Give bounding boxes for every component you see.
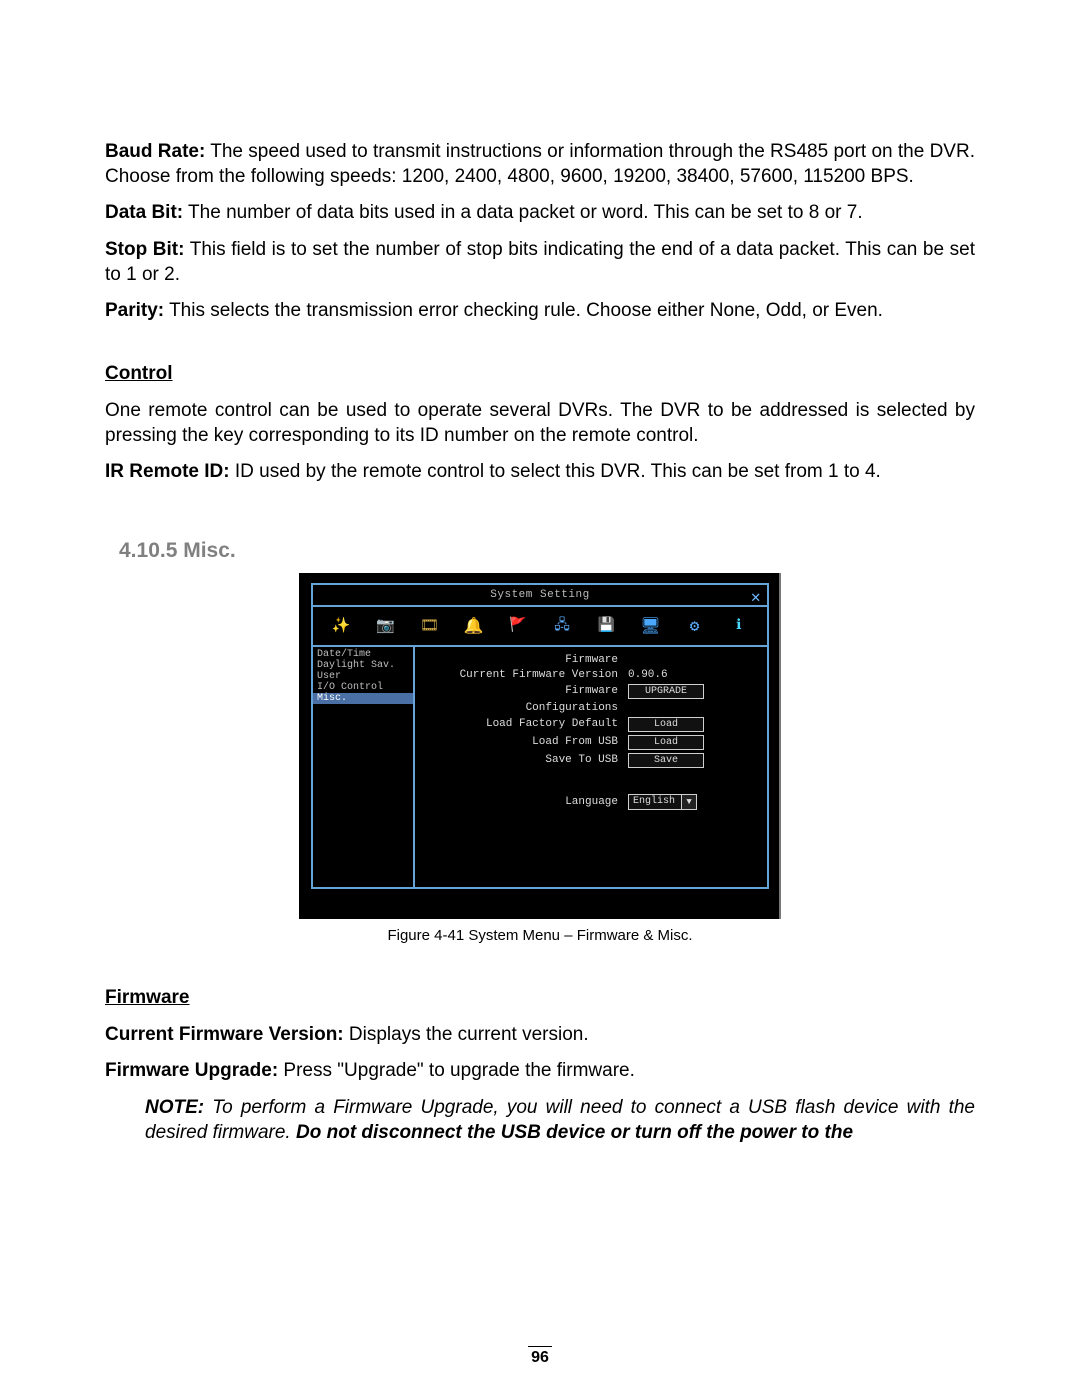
label-data-bit: Data Bit:: [105, 202, 183, 223]
text-note-2: Do not disconnect the USB device or turn…: [296, 1122, 853, 1143]
text-cfv: Displays the current version.: [344, 1024, 589, 1045]
display-icon[interactable]: [637, 615, 663, 637]
text-stop-bit: This field is to set the number of stop …: [105, 239, 975, 285]
screenshot-scrollbar-hint: [779, 573, 781, 919]
current-firmware-version-label: Current Firmware Version: [423, 669, 628, 681]
load-from-usb-label: Load From USB: [423, 736, 628, 748]
sidebar-item-io-control[interactable]: I/O Control: [313, 682, 413, 693]
current-firmware-version-value: 0.90.6: [628, 669, 668, 681]
event-icon[interactable]: [505, 615, 531, 637]
load-factory-default-button[interactable]: Load: [628, 717, 704, 732]
save-to-usb-label: Save To USB: [423, 754, 628, 766]
close-icon[interactable]: ✕: [751, 587, 761, 607]
text-fu: Press "Upgrade" to upgrade the firmware.: [278, 1060, 635, 1081]
label-stop-bit: Stop Bit:: [105, 239, 184, 260]
label-ir-remote: IR Remote ID:: [105, 461, 230, 482]
para-control: One remote control can be used to operat…: [105, 399, 975, 448]
label-cfv: Current Firmware Version:: [105, 1024, 344, 1045]
load-from-usb-button[interactable]: Load: [628, 735, 704, 750]
label-parity: Parity:: [105, 300, 164, 321]
label-baud-rate: Baud Rate:: [105, 141, 205, 162]
wizard-icon[interactable]: [328, 615, 354, 637]
firmware-upgrade-label: Firmware: [423, 685, 628, 697]
para-parity: Parity: This selects the transmission er…: [105, 299, 975, 324]
heading-firmware: Firmware: [105, 986, 975, 1011]
sidebar-item-user[interactable]: User: [313, 671, 413, 682]
load-factory-default-label: Load Factory Default: [423, 718, 628, 730]
system-setting-window: System Setting ✕ Date: [311, 583, 769, 889]
window-title: System Setting: [490, 589, 589, 601]
upgrade-button[interactable]: UPGRADE: [628, 684, 704, 699]
sidebar-item-daylight[interactable]: Daylight Sav.: [313, 660, 413, 671]
text-data-bit: The number of data bits used in a data p…: [183, 202, 862, 223]
alarm-icon[interactable]: [461, 615, 487, 637]
configurations-section-label: Configurations: [423, 702, 628, 714]
camera-icon[interactable]: [372, 615, 398, 637]
language-select[interactable]: English ▼: [628, 794, 697, 810]
label-fu: Firmware Upgrade:: [105, 1060, 278, 1081]
firmware-section-label: Firmware: [423, 654, 628, 666]
language-label: Language: [423, 796, 628, 808]
network-icon[interactable]: [549, 615, 575, 637]
figure-caption: Figure 4-41 System Menu – Firmware & Mis…: [105, 927, 975, 944]
record-icon[interactable]: [416, 615, 442, 637]
heading-section-number: 4.10.5 Misc.: [119, 539, 975, 563]
para-note: NOTE: To perform a Firmware Upgrade, you…: [145, 1096, 975, 1145]
window-titlebar: System Setting ✕: [313, 585, 767, 607]
screenshot-system-setting: System Setting ✕ Date: [299, 573, 781, 919]
para-ir-remote: IR Remote ID: ID used by the remote cont…: [105, 460, 975, 485]
figure-system-menu: System Setting ✕ Date: [105, 573, 975, 944]
text-baud-rate: The speed used to transmit instructions …: [105, 141, 975, 187]
info-icon[interactable]: [726, 615, 752, 637]
storage-icon[interactable]: [593, 615, 619, 637]
text-parity: This selects the transmission error chec…: [164, 300, 883, 321]
sidebar-item-misc[interactable]: Misc.: [313, 693, 413, 704]
system-icon[interactable]: [682, 615, 708, 637]
para-stop-bit: Stop Bit: This field is to set the numbe…: [105, 238, 975, 287]
text-ir-remote: ID used by the remote control to select …: [230, 461, 881, 482]
para-current-firmware: Current Firmware Version: Displays the c…: [105, 1023, 975, 1048]
language-select-value: English: [633, 796, 675, 807]
sidebar-item-date-time[interactable]: Date/Time: [313, 649, 413, 660]
sidebar: Date/Time Daylight Sav. User I/O Control…: [313, 647, 415, 887]
page-number: 96: [0, 1346, 1080, 1367]
chevron-down-icon: ▼: [681, 795, 696, 809]
para-data-bit: Data Bit: The number of data bits used i…: [105, 201, 975, 226]
heading-control: Control: [105, 362, 975, 387]
toolbar: [313, 607, 767, 647]
save-to-usb-button[interactable]: Save: [628, 753, 704, 768]
label-note: NOTE:: [145, 1097, 204, 1118]
content-panel: Firmware Current Firmware Version 0.90.6…: [415, 647, 767, 887]
para-baud-rate: Baud Rate: The speed used to transmit in…: [105, 140, 975, 189]
para-firmware-upgrade: Firmware Upgrade: Press "Upgrade" to upg…: [105, 1059, 975, 1084]
